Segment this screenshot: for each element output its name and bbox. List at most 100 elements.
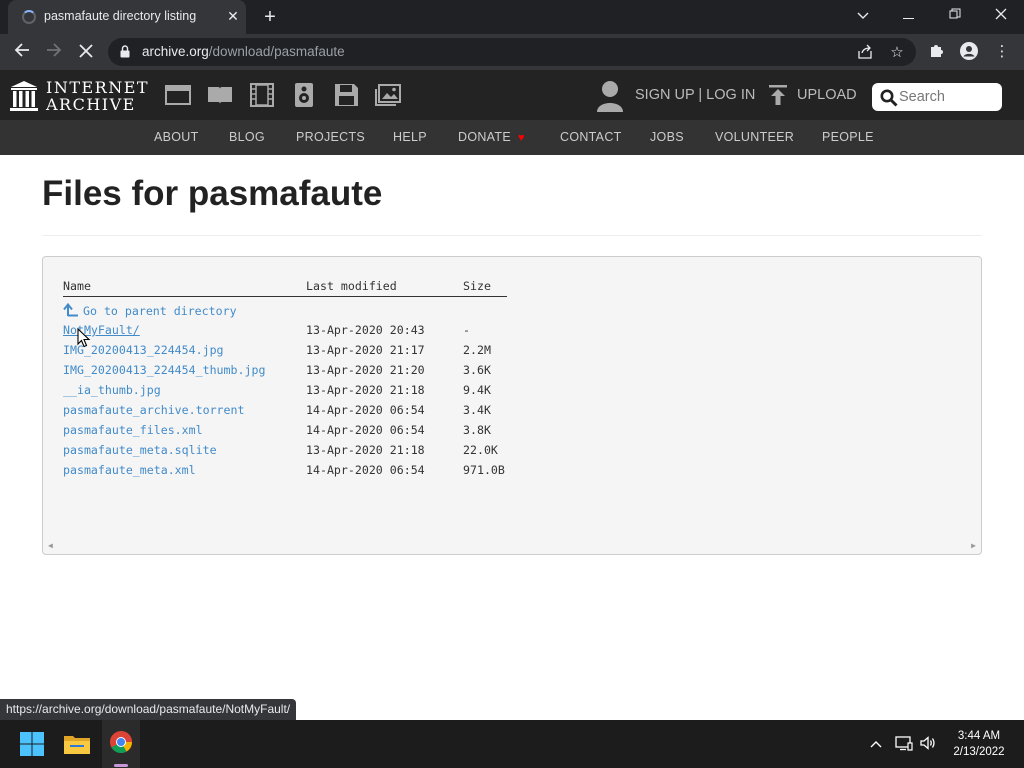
web-archive-icon[interactable] xyxy=(165,83,191,107)
page-title: Files for pasmafaute xyxy=(42,174,383,213)
parent-directory-label: Go to parent directory xyxy=(83,304,237,318)
link-status-bubble: https://archive.org/download/pasmafaute/… xyxy=(0,699,297,720)
images-photo-icon[interactable] xyxy=(375,83,401,107)
new-tab-button[interactable]: + xyxy=(258,5,282,29)
network-icon[interactable] xyxy=(894,735,914,753)
file-modified: 13-Apr-2020 21:18 xyxy=(306,383,425,397)
nav-volunteer[interactable]: VOLUNTEER xyxy=(715,130,794,144)
file-modified: 14-Apr-2020 06:54 xyxy=(306,403,425,417)
stop-loading-icon[interactable] xyxy=(73,39,99,65)
nav-projects[interactable]: PROJECTS xyxy=(296,130,365,144)
nav-help[interactable]: HELP xyxy=(393,130,427,144)
table-row: pasmafaute_files.xml 14-Apr-2020 06:54 3… xyxy=(43,423,981,441)
ia-logo-text[interactable]: INTERNET ARCHIVE xyxy=(46,79,149,113)
table-row: pasmafaute_meta.sqlite 13-Apr-2020 21:18… xyxy=(43,443,981,461)
nav-donate-label: DONATE xyxy=(458,130,511,144)
search-box[interactable] xyxy=(872,83,1002,111)
file-explorer-icon[interactable] xyxy=(61,728,93,760)
search-input[interactable] xyxy=(899,87,995,107)
mouse-pointer-icon xyxy=(77,328,91,348)
upload-icon[interactable] xyxy=(768,84,788,106)
tab-close-icon[interactable]: ✕ xyxy=(224,7,242,25)
file-modified: 13-Apr-2020 21:18 xyxy=(306,443,425,457)
file-size: 22.0K xyxy=(463,443,498,457)
chrome-icon xyxy=(110,731,132,753)
file-modified: 13-Apr-2020 21:20 xyxy=(306,363,425,377)
table-row: IMG_20200413_224454_thumb.jpg 13-Apr-202… xyxy=(43,363,981,381)
extensions-puzzle-icon[interactable] xyxy=(927,42,947,62)
signup-login-link[interactable]: SIGN UP | LOG IN xyxy=(635,87,755,103)
table-row: NotMyFault/ 13-Apr-2020 20:43 - xyxy=(43,323,981,341)
nav-jobs[interactable]: JOBS xyxy=(650,130,684,144)
bookmark-star-icon[interactable]: ☆ xyxy=(888,44,906,62)
tray-chevron-up-icon[interactable] xyxy=(866,735,886,753)
file-link[interactable]: pasmafaute_meta.sqlite xyxy=(63,443,217,457)
file-link[interactable]: pasmafaute_archive.torrent xyxy=(63,403,244,417)
file-link[interactable]: __ia_thumb.jpg xyxy=(63,383,161,397)
upload-link[interactable]: UPLOAD xyxy=(797,87,857,103)
ia-logo-line2: ARCHIVE xyxy=(46,95,136,114)
software-floppy-icon[interactable] xyxy=(333,83,359,107)
tab-search-chevron-icon[interactable] xyxy=(840,0,886,30)
file-size: - xyxy=(463,323,470,337)
ia-nav-bar: ABOUT BLOG PROJECTS HELP DONATE ♥ CONTACT… xyxy=(0,120,1024,155)
scroll-left-arrow-icon[interactable]: ◀ xyxy=(48,541,53,550)
file-size: 3.6K xyxy=(463,363,491,377)
nav-donate[interactable]: DONATE ♥ xyxy=(458,130,525,144)
restore-button[interactable] xyxy=(932,0,978,30)
file-size: 3.8K xyxy=(463,423,491,437)
file-modified: 14-Apr-2020 06:54 xyxy=(306,463,425,477)
profile-avatar-icon[interactable] xyxy=(959,42,979,62)
tab-title: pasmafaute directory listing xyxy=(44,9,197,23)
nav-blog[interactable]: BLOG xyxy=(229,130,265,144)
texts-book-icon[interactable] xyxy=(207,83,233,107)
browser-toolbar: archive.org/download/pasmafaute ☆ ⋮ xyxy=(0,34,1024,70)
column-header-modified[interactable]: Last modified xyxy=(306,279,397,293)
header-divider xyxy=(63,296,507,297)
title-divider xyxy=(42,235,982,236)
file-link[interactable]: pasmafaute_files.xml xyxy=(63,423,203,437)
file-link[interactable]: NotMyFault/ xyxy=(63,323,140,337)
parent-directory-link[interactable]: Go to parent directory xyxy=(63,303,237,318)
table-row: pasmafaute_archive.torrent 14-Apr-2020 0… xyxy=(43,403,981,421)
browser-tab-strip: pasmafaute directory listing ✕ + xyxy=(0,0,1024,34)
nav-contact[interactable]: CONTACT xyxy=(560,130,622,144)
system-clock[interactable]: 3:44 AM 2/13/2022 xyxy=(944,728,1014,760)
close-window-button[interactable] xyxy=(978,0,1024,30)
table-row: __ia_thumb.jpg 13-Apr-2020 21:18 9.4K xyxy=(43,383,981,401)
nav-people[interactable]: PEOPLE xyxy=(822,130,874,144)
volume-icon[interactable] xyxy=(918,735,938,753)
kebab-menu-icon[interactable]: ⋮ xyxy=(992,42,1012,62)
address-bar[interactable]: archive.org/download/pasmafaute ☆ xyxy=(108,38,916,66)
clock-date: 2/13/2022 xyxy=(953,746,1005,758)
directory-listing: Name Last modified Size Go to parent dir… xyxy=(42,256,982,555)
scroll-right-arrow-icon[interactable]: ▶ xyxy=(971,541,976,550)
file-size: 971.0B xyxy=(463,463,505,477)
audio-speaker-icon[interactable] xyxy=(291,83,317,107)
ia-logo-icon[interactable] xyxy=(10,80,38,112)
browser-tab[interactable]: pasmafaute directory listing ✕ xyxy=(8,0,246,34)
column-header-name[interactable]: Name xyxy=(63,279,91,293)
url-text[interactable]: archive.org/download/pasmafaute xyxy=(142,44,345,59)
table-row: IMG_20200413_224454.jpg 13-Apr-2020 21:1… xyxy=(43,343,981,361)
share-icon[interactable] xyxy=(856,44,874,62)
back-arrow-icon[interactable] xyxy=(9,39,35,65)
file-size: 2.2M xyxy=(463,343,491,357)
parent-directory-icon xyxy=(63,303,78,317)
minimize-button[interactable] xyxy=(886,0,932,30)
ia-header: INTERNET ARCHIVE SIGN UP | LOG IN UPLOAD xyxy=(0,70,1024,120)
user-icon[interactable] xyxy=(596,80,624,112)
column-header-size[interactable]: Size xyxy=(463,279,491,293)
video-film-icon[interactable] xyxy=(249,83,275,107)
nav-about[interactable]: ABOUT xyxy=(154,130,199,144)
file-link[interactable]: pasmafaute_meta.xml xyxy=(63,463,196,477)
search-icon[interactable] xyxy=(880,89,898,107)
forward-arrow-icon[interactable] xyxy=(41,39,67,65)
file-modified: 13-Apr-2020 21:17 xyxy=(306,343,425,357)
ia-logo-line1: INTERNET xyxy=(46,78,150,97)
lock-icon[interactable] xyxy=(120,45,130,58)
windows-start-icon[interactable] xyxy=(16,728,48,760)
loading-spinner-icon xyxy=(22,10,36,24)
chrome-taskbar-button[interactable] xyxy=(102,720,140,768)
file-link[interactable]: IMG_20200413_224454_thumb.jpg xyxy=(63,363,265,377)
